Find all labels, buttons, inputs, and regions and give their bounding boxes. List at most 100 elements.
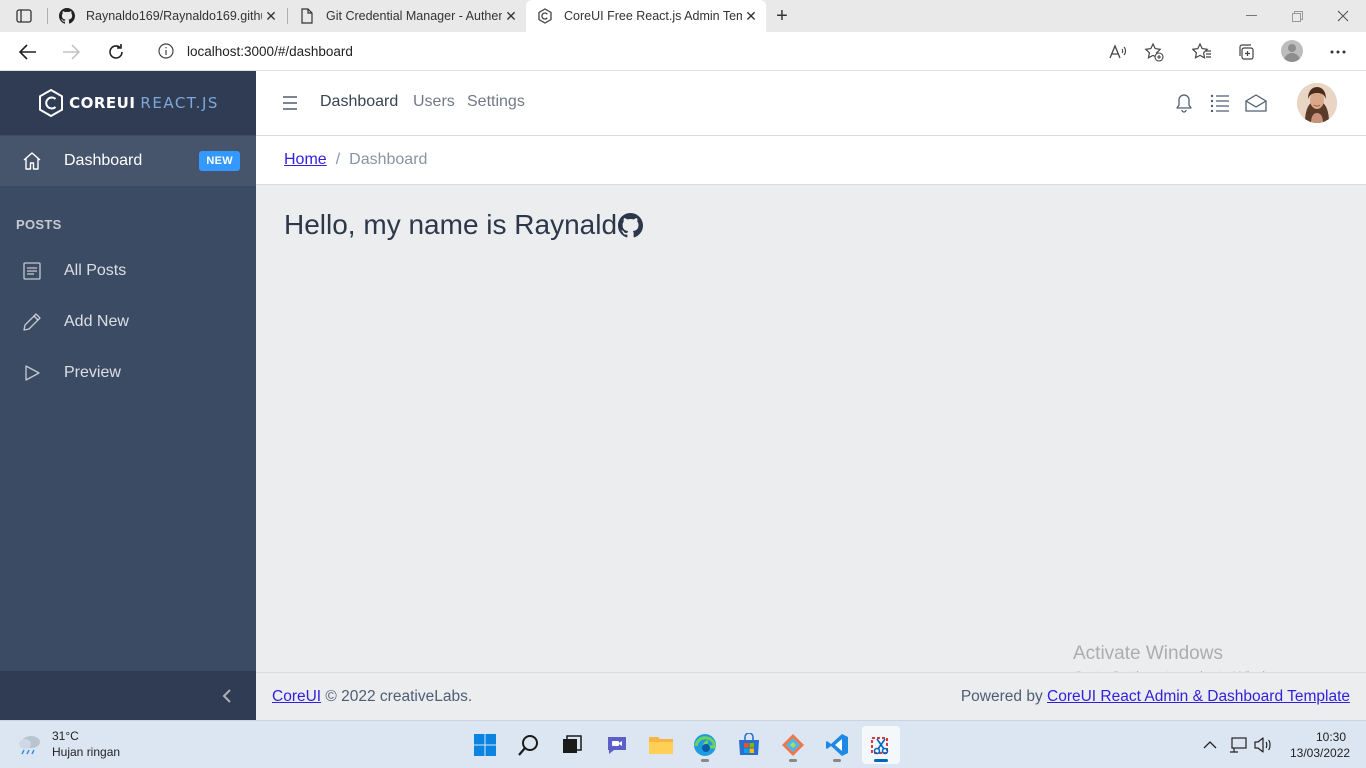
tab-title: CoreUI Free React.js Admin Temp	[564, 9, 742, 23]
footer-left: CoreUI © 2022 creativeLabs.	[272, 688, 472, 706]
footer-powered-by: Powered by	[960, 687, 1048, 705]
favorites-button[interactable]	[1189, 39, 1215, 65]
edge-browser-button[interactable]	[686, 726, 724, 764]
snipping-tool-icon	[871, 737, 889, 755]
network-button[interactable]	[1227, 734, 1249, 756]
minimize-button[interactable]	[1228, 0, 1274, 32]
store-icon	[739, 733, 759, 755]
arrow-left-icon	[19, 44, 36, 60]
restore-icon	[1291, 10, 1303, 22]
star-add-icon	[1144, 42, 1164, 62]
git-app-button[interactable]	[774, 726, 812, 764]
close-icon	[1337, 10, 1349, 22]
new-tab-button[interactable]: +	[770, 4, 794, 28]
teams-chat-button[interactable]	[598, 726, 636, 764]
back-button[interactable]	[15, 39, 41, 65]
favorites-icon	[1192, 42, 1211, 59]
running-indicator	[789, 759, 797, 762]
refresh-button[interactable]	[103, 39, 129, 65]
home-icon	[21, 150, 43, 172]
sidebar-item-all-posts[interactable]: All Posts	[0, 246, 256, 296]
bell-icon	[1176, 94, 1192, 113]
pencil-icon	[21, 311, 43, 333]
list-icon	[1210, 94, 1229, 112]
diamond-app-icon	[782, 734, 804, 756]
tab-close-button[interactable]: ✕	[262, 7, 280, 25]
close-window-button[interactable]	[1320, 0, 1366, 32]
restore-button[interactable]	[1274, 0, 1320, 32]
chevron-left-icon	[222, 688, 231, 703]
header-nav-dashboard[interactable]: Dashboard	[320, 93, 398, 111]
notifications-button[interactable]	[1171, 90, 1197, 116]
breadcrumb-home-link[interactable]: Home	[284, 151, 327, 169]
footer-right: Powered by CoreUI React Admin & Dashboar…	[961, 688, 1350, 706]
edge-icon	[694, 734, 716, 756]
tab-actions-button[interactable]	[10, 5, 38, 27]
clock[interactable]: 10:30 13/03/2022	[1290, 729, 1350, 761]
arrow-right-icon	[63, 44, 80, 60]
search-button[interactable]	[510, 726, 548, 764]
microsoft-store-button[interactable]	[730, 726, 768, 764]
tab-title: Git Credential Manager - Authen	[326, 9, 502, 23]
read-aloud-button[interactable]	[1105, 39, 1131, 65]
brand-core-text: COREUI	[69, 94, 136, 112]
start-button[interactable]	[466, 726, 504, 764]
page-heading: Hello, my name is Raynald	[284, 209, 643, 241]
footer-copyright: © 2022 creativeLabs.	[321, 687, 473, 705]
header-nav-settings[interactable]: Settings	[467, 93, 525, 111]
more-icon	[1330, 50, 1346, 54]
weather-widget[interactable]: 31°C Hujan ringan	[16, 728, 120, 760]
github-icon	[617, 212, 643, 238]
breadcrumb: Home / Dashboard	[256, 136, 1366, 185]
file-explorer-button[interactable]	[642, 726, 680, 764]
tab-close-button[interactable]: ✕	[502, 7, 520, 25]
task-list-button[interactable]	[1207, 90, 1233, 116]
browser-tab-git-credential[interactable]: Git Credential Manager - Authen ✕	[288, 0, 526, 32]
snipping-tool-button[interactable]	[862, 726, 900, 764]
play-icon	[21, 362, 43, 384]
sidebar-item-label: Dashboard	[64, 152, 143, 169]
tab-close-button[interactable]: ✕	[742, 7, 760, 25]
header-nav-users[interactable]: Users	[413, 93, 455, 111]
running-indicator	[701, 759, 709, 762]
task-view-button[interactable]	[553, 726, 591, 764]
vscode-button[interactable]	[818, 726, 856, 764]
document-icon	[298, 7, 316, 25]
minimize-icon	[1245, 15, 1257, 16]
hamburger-icon	[283, 96, 297, 110]
tab-title: Raynaldo169/Raynaldo169.githu	[86, 9, 262, 23]
sidebar: COREUI REACT.JS Dashboard NEW POSTS All …	[0, 71, 256, 720]
brand-react-text: REACT.JS	[140, 94, 219, 112]
sidebar-toggler[interactable]	[0, 671, 256, 720]
sidebar-toggle-button[interactable]	[278, 92, 302, 114]
forward-button[interactable]	[58, 39, 84, 65]
settings-menu-button[interactable]	[1325, 39, 1351, 65]
info-icon[interactable]	[157, 42, 175, 60]
sidebar-item-add-new[interactable]: Add New	[0, 297, 256, 347]
collections-button[interactable]	[1233, 39, 1259, 65]
sidebar-item-preview[interactable]: Preview	[0, 348, 256, 398]
url-bar[interactable]: localhost:3000/#/dashboard	[145, 36, 1180, 66]
brand-logo: COREUI REACT.JS	[37, 88, 219, 118]
profile-avatar[interactable]	[1281, 40, 1303, 62]
show-hidden-icons-button[interactable]	[1199, 734, 1221, 756]
browser-tab-coreui[interactable]: CoreUI Free React.js Admin Temp ✕	[526, 0, 766, 32]
messages-button[interactable]	[1243, 90, 1269, 116]
task-view-icon	[563, 735, 582, 753]
new-badge: NEW	[199, 151, 240, 171]
speaker-icon	[1254, 737, 1271, 753]
header: Dashboard Users Settings	[256, 71, 1366, 136]
rain-cloud-icon	[19, 736, 40, 755]
sidebar-brand[interactable]: COREUI REACT.JS	[0, 71, 256, 135]
running-indicator	[874, 759, 888, 762]
collections-icon	[1239, 44, 1254, 60]
coreui-link[interactable]: CoreUI	[272, 688, 321, 705]
breadcrumb-current: Dashboard	[349, 151, 428, 168]
volume-button[interactable]	[1252, 734, 1274, 756]
add-favorite-button[interactable]	[1141, 39, 1167, 65]
browser-tab-github[interactable]: Raynaldo169/Raynaldo169.githu ✕	[48, 0, 286, 32]
user-avatar[interactable]	[1297, 83, 1337, 123]
read-aloud-icon	[1109, 44, 1127, 59]
template-link[interactable]: CoreUI React Admin & Dashboard Template	[1047, 688, 1350, 705]
sidebar-item-dashboard[interactable]: Dashboard NEW	[0, 136, 256, 186]
